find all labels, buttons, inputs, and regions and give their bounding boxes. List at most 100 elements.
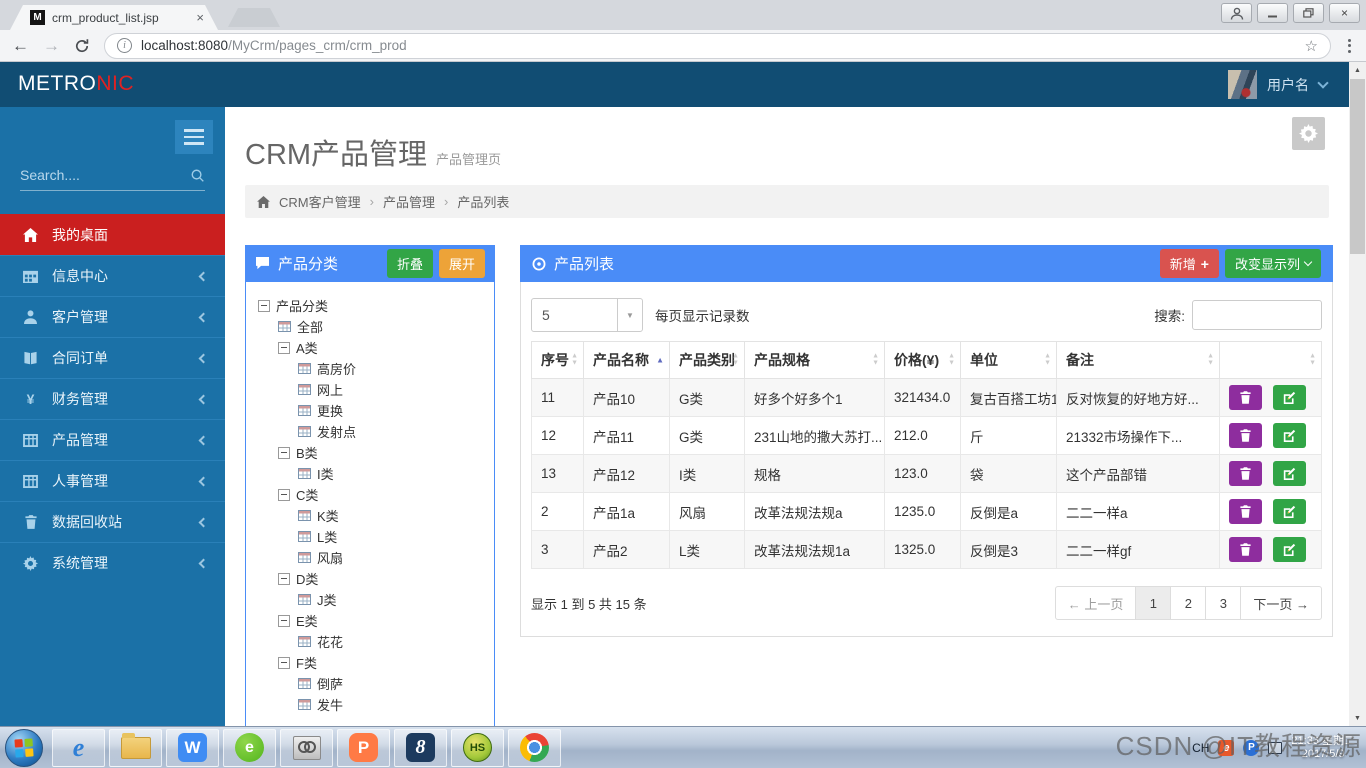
tree-item[interactable]: 高房价	[256, 358, 484, 379]
edit-button[interactable]	[1273, 385, 1306, 410]
tree-item[interactable]: D类	[256, 568, 484, 589]
taskbar-item-ppt[interactable]: P	[337, 729, 390, 767]
collapse-toggle-icon[interactable]	[278, 342, 290, 354]
expand-button[interactable]: 展开	[439, 249, 485, 278]
sidebar-item-products[interactable]: 产品管理	[0, 419, 225, 460]
browser-menu-icon[interactable]	[1345, 39, 1354, 53]
collapse-toggle-icon[interactable]	[278, 573, 290, 585]
sidebar-toggle-button[interactable]	[175, 120, 213, 154]
column-header-note[interactable]: 备注▲▼	[1057, 342, 1220, 379]
taskbar-item-360[interactable]: e	[223, 729, 276, 767]
sidebar-item-recycle-bin[interactable]: 数据回收站	[0, 501, 225, 542]
taskbar-item-wps[interactable]: W	[166, 729, 219, 767]
scroll-up-icon[interactable]: ▲	[1349, 62, 1366, 78]
tree-item[interactable]: 倒萨	[256, 673, 484, 694]
column-header-actions[interactable]: ▲▼	[1220, 342, 1322, 379]
tree-item[interactable]: A类	[256, 337, 484, 358]
profile-button[interactable]	[1221, 3, 1252, 23]
scrollbar[interactable]: ▲ ▼	[1349, 62, 1366, 726]
column-header-spec[interactable]: 产品规格▲▼	[745, 342, 885, 379]
tree-item[interactable]: 风扇	[256, 547, 484, 568]
edit-button[interactable]	[1273, 537, 1306, 562]
taskbar-item-app8[interactable]: 8	[394, 729, 447, 767]
user-menu[interactable]: 用户名	[1228, 70, 1327, 99]
new-tab-button[interactable]	[228, 8, 280, 27]
settings-button[interactable]	[1292, 117, 1325, 150]
column-header-name[interactable]: 产品名称▲	[584, 342, 670, 379]
taskbar-item-recorder[interactable]	[280, 729, 333, 767]
page-2-button[interactable]: 2	[1170, 586, 1206, 620]
note-link[interactable]: 21332市场操作下...	[1057, 417, 1220, 455]
tree-item[interactable]: I类	[256, 463, 484, 484]
browser-tab[interactable]: M crm_product_list.jsp ×	[10, 5, 218, 30]
delete-button[interactable]	[1229, 385, 1262, 410]
change-columns-button[interactable]: 改变显示列	[1225, 249, 1321, 278]
page-1-button[interactable]: 1	[1135, 586, 1171, 620]
search-icon[interactable]	[190, 168, 205, 183]
tree-item[interactable]: 花花	[256, 631, 484, 652]
taskbar-item-heidisql[interactable]: HS	[451, 729, 504, 767]
collapse-toggle-icon[interactable]	[278, 447, 290, 459]
close-button[interactable]: ×	[1329, 3, 1360, 23]
sidebar-item-info-center[interactable]: 信息中心	[0, 255, 225, 296]
sidebar-item-system[interactable]: 系统管理	[0, 542, 225, 583]
tree-item[interactable]: 全部	[256, 316, 484, 337]
search-input[interactable]	[20, 167, 175, 183]
edit-button[interactable]	[1273, 499, 1306, 524]
next-page-button[interactable]: 下一页 →	[1240, 586, 1322, 620]
edit-button[interactable]	[1273, 423, 1306, 448]
tree-item[interactable]: 发牛	[256, 694, 484, 715]
tree-item[interactable]: 网上	[256, 379, 484, 400]
address-bar[interactable]: i localhost:8080/MyCrm/pages_crm/crm_pro…	[104, 33, 1331, 59]
sidebar-item-hr[interactable]: 人事管理	[0, 460, 225, 501]
taskbar-item-explorer[interactable]	[109, 729, 162, 767]
tree-item[interactable]: 发射点	[256, 421, 484, 442]
prev-page-button[interactable]: ← 上一页	[1055, 586, 1137, 620]
delete-button[interactable]	[1229, 423, 1262, 448]
sidebar-item-customers[interactable]: 客户管理	[0, 296, 225, 337]
scroll-down-icon[interactable]: ▼	[1349, 710, 1366, 726]
delete-button[interactable]	[1229, 537, 1262, 562]
collapse-toggle-icon[interactable]	[278, 615, 290, 627]
start-button[interactable]	[5, 729, 43, 767]
column-header-price[interactable]: 价格(¥)▲▼	[885, 342, 961, 379]
sidebar-item-finance[interactable]: ¥ 财务管理	[0, 378, 225, 419]
collapse-toggle-icon[interactable]	[258, 300, 270, 312]
collapse-toggle-icon[interactable]	[278, 489, 290, 501]
tree-item[interactable]: J类	[256, 589, 484, 610]
forward-button[interactable]: →	[43, 37, 60, 54]
spec-link[interactable]: 231山地的撒大苏打...	[745, 417, 885, 455]
tree-item[interactable]: L类	[256, 526, 484, 547]
collapse-button[interactable]: 折叠	[387, 249, 433, 278]
scrollbar-thumb[interactable]	[1350, 79, 1365, 254]
tree-item[interactable]: E类	[256, 610, 484, 631]
bookmark-star-icon[interactable]: ☆	[1305, 37, 1318, 55]
tree-item[interactable]: F类	[256, 652, 484, 673]
column-header-category[interactable]: 产品类别▲▼	[670, 342, 745, 379]
tab-close-icon[interactable]: ×	[196, 10, 204, 25]
sidebar-item-desktop[interactable]: 我的桌面	[0, 214, 225, 255]
brand-logo[interactable]: METRONIC	[18, 72, 134, 96]
back-button[interactable]: ←	[12, 37, 29, 54]
collapse-toggle-icon[interactable]	[278, 657, 290, 669]
refresh-button[interactable]	[74, 38, 90, 54]
taskbar-item-ie[interactable]: e	[52, 729, 105, 767]
restore-button[interactable]	[1293, 3, 1324, 23]
breadcrumb-root[interactable]: CRM客户管理	[279, 192, 361, 211]
taskbar-item-chrome[interactable]	[508, 729, 561, 767]
tree-item[interactable]: B类	[256, 442, 484, 463]
column-header-unit[interactable]: 单位▲▼	[961, 342, 1057, 379]
breadcrumb-mid[interactable]: 产品管理	[383, 192, 435, 211]
add-button[interactable]: 新增+	[1160, 249, 1219, 278]
edit-button[interactable]	[1273, 461, 1306, 486]
page-size-select[interactable]: 5 ▼	[531, 298, 643, 332]
sidebar-item-contracts[interactable]: 合同订单	[0, 337, 225, 378]
delete-button[interactable]	[1229, 499, 1262, 524]
note-link[interactable]: 反对恢复的好地方好...	[1057, 379, 1220, 417]
info-icon[interactable]: i	[117, 38, 132, 53]
minimize-button[interactable]	[1257, 3, 1288, 23]
page-3-button[interactable]: 3	[1205, 586, 1241, 620]
table-search-input[interactable]	[1192, 300, 1322, 330]
delete-button[interactable]	[1229, 461, 1262, 486]
tree-item[interactable]: K类	[256, 505, 484, 526]
